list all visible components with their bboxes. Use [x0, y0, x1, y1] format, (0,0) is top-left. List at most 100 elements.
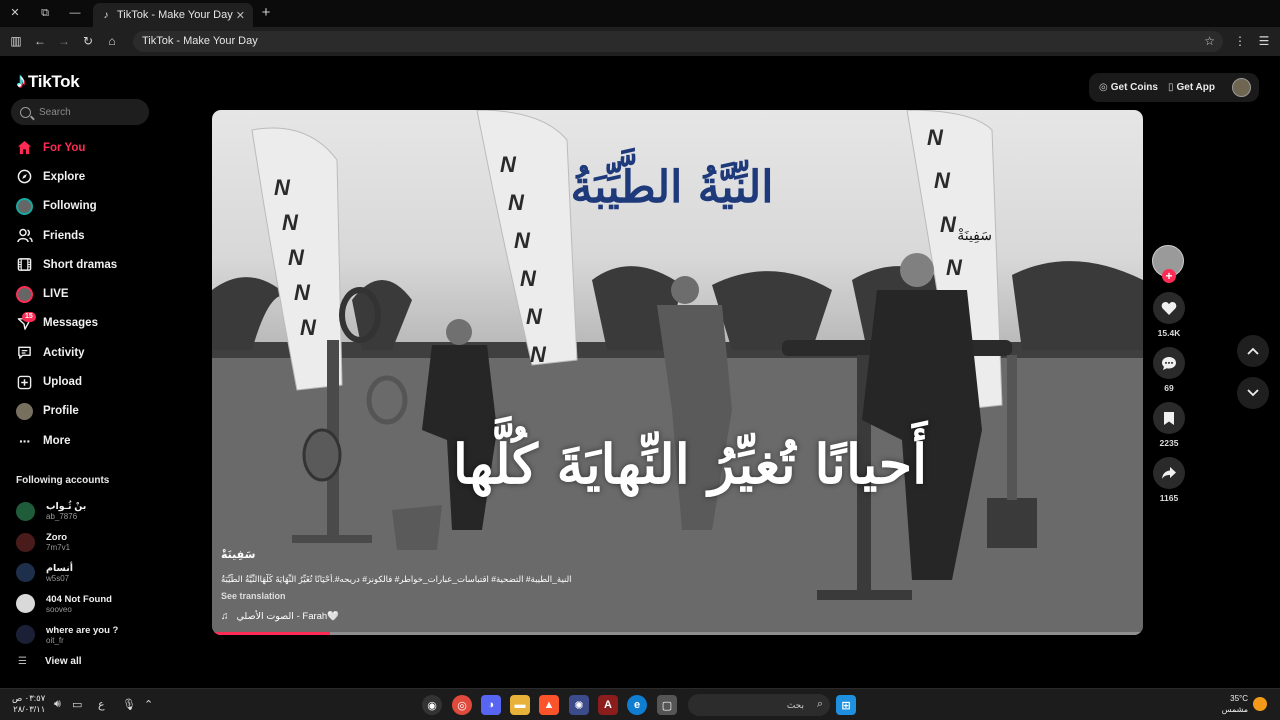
- weather-widget[interactable]: 35°C مشمس: [1218, 693, 1248, 715]
- sidebar-item-label: Upload: [43, 376, 82, 389]
- avatar[interactable]: [1232, 78, 1251, 97]
- speaker-icon[interactable]: 🔊︎: [54, 698, 61, 711]
- see-translation-link[interactable]: See translation: [221, 591, 286, 601]
- sidebar-toggle-icon[interactable]: ▥: [8, 33, 24, 49]
- edge-icon[interactable]: e: [627, 695, 647, 715]
- svg-text:N: N: [514, 228, 531, 253]
- sidebar-item-messages[interactable]: 15 Messages: [0, 309, 190, 338]
- network-icon[interactable]: ▭: [72, 698, 82, 711]
- messages-badge: 15: [22, 311, 36, 322]
- share-button[interactable]: 1165: [1152, 457, 1186, 503]
- svg-text:N: N: [300, 315, 317, 340]
- address-bar[interactable]: TikTok - Make Your Day ☆: [133, 31, 1223, 52]
- share-icon: [1153, 457, 1185, 489]
- music-link[interactable]: ♫ الصوت الأصلي - Farah🤍: [221, 611, 339, 622]
- account-handle: ab_7876: [46, 512, 78, 522]
- taskbar-time: ٠٣:٥٧ ص: [12, 693, 46, 703]
- discord-icon[interactable]: ◑: [481, 695, 501, 715]
- home-icon[interactable]: ⌂: [104, 33, 120, 49]
- bookmark-button[interactable]: 2235: [1152, 402, 1186, 448]
- extensions-icon[interactable]: ☰: [1256, 33, 1272, 49]
- list-item[interactable]: Zoro 7m7v1: [16, 527, 118, 558]
- bookmark-star-icon[interactable]: ☆: [1204, 31, 1215, 52]
- video-progress-bar[interactable]: [212, 632, 1143, 635]
- following-avatar-icon: [16, 197, 33, 215]
- forward-icon[interactable]: →: [56, 33, 72, 49]
- sidebar-item-upload[interactable]: Upload: [0, 367, 190, 396]
- bookmark-count: 2235: [1159, 438, 1179, 448]
- browser-tab[interactable]: ♪ TikTok - Make Your Day ✕: [93, 3, 253, 27]
- follow-plus-icon[interactable]: +: [1162, 269, 1176, 283]
- search-input[interactable]: [39, 106, 139, 118]
- chrome-icon[interactable]: ◎: [452, 695, 472, 715]
- share-count: 1165: [1159, 493, 1179, 503]
- upload-icon: [16, 374, 33, 391]
- heart-icon: [1153, 292, 1185, 324]
- friends-icon: [16, 227, 33, 244]
- new-tab-icon[interactable]: +: [258, 5, 274, 21]
- app-icon-1[interactable]: ◉: [422, 695, 442, 715]
- bookmark-icon: [1153, 402, 1185, 434]
- video-player[interactable]: NNNNN NNNNNN NNNN النِّيَّةُ الطَّيِّبَة…: [212, 110, 1143, 635]
- input-language[interactable]: ع: [98, 698, 105, 711]
- sidebar-nav: For You Explore Following Friends Short …: [0, 133, 190, 455]
- taskbar-search-placeholder: بحث: [786, 699, 804, 710]
- restore-window-icon[interactable]: ⧉: [37, 5, 53, 21]
- video-author[interactable]: سَفِينَةْ: [221, 548, 255, 561]
- overlay-title-text: النِّيَّةُ الطَّيِّبَةُ: [570, 162, 774, 213]
- get-app-button[interactable]: ▯ Get App: [1168, 82, 1215, 93]
- microphone-icon[interactable]: 🎙︎: [122, 698, 136, 711]
- get-coins-button[interactable]: ◎ Get Coins: [1099, 82, 1158, 93]
- windows-start-icon[interactable]: ⊞: [836, 695, 856, 715]
- list-item[interactable]: بنْ ثُـواب ab_7876: [16, 496, 118, 527]
- file-explorer-icon[interactable]: ▬: [510, 695, 530, 715]
- task-view-icon[interactable]: ▢: [657, 695, 677, 715]
- back-icon[interactable]: ←: [32, 33, 48, 49]
- like-button[interactable]: 15.4K: [1152, 292, 1186, 338]
- sidebar-item-explore[interactable]: Explore: [0, 162, 190, 191]
- minimize-window-icon[interactable]: —: [67, 5, 83, 21]
- menu-dots-icon[interactable]: ⋮: [1232, 33, 1248, 49]
- taskbar-search[interactable]: بحث ⌕: [688, 694, 830, 716]
- list-item[interactable]: أنسام w5s07: [16, 558, 118, 589]
- account-name: Zoro: [46, 532, 68, 544]
- search-box[interactable]: [11, 99, 149, 125]
- svg-text:N: N: [288, 245, 305, 270]
- list-item[interactable]: where are you ? oit_fr: [16, 619, 118, 650]
- sidebar-item-activity[interactable]: Activity: [0, 338, 190, 367]
- tiktok-favicon-icon: ♪: [103, 9, 109, 21]
- next-video-button[interactable]: [1237, 377, 1269, 409]
- svg-text:N: N: [294, 280, 311, 305]
- live-icon: [16, 285, 33, 303]
- sidebar-item-short-dramas[interactable]: Short dramas: [0, 250, 190, 279]
- sidebar-item-friends[interactable]: Friends: [0, 221, 190, 250]
- close-window-icon[interactable]: ✕: [7, 5, 23, 21]
- list-item[interactable]: 404 Not Found sooveo: [16, 588, 118, 619]
- weather-temp: 35°C: [1230, 694, 1248, 703]
- tiktok-logo[interactable]: ♪ TikTok: [16, 70, 80, 93]
- taskbar-clock[interactable]: ٠٣:٥٧ ص ٢٨/٠٣/١١: [12, 693, 45, 715]
- sidebar-item-for-you[interactable]: For You: [0, 133, 190, 162]
- comment-icon: [1153, 347, 1185, 379]
- adobe-icon[interactable]: A: [598, 695, 618, 715]
- account-handle: 7m7v1: [46, 543, 71, 553]
- avatar: [16, 532, 35, 552]
- view-all-button[interactable]: ☰ View all: [18, 656, 82, 667]
- tiktok-note-icon: ♪: [16, 70, 26, 92]
- following-accounts-list: بنْ ثُـواب ab_7876 Zoro 7m7v1 أنسام w5s07 4…: [16, 496, 118, 650]
- tab-close-icon[interactable]: ✕: [236, 9, 245, 22]
- brave-icon[interactable]: ▲: [539, 695, 559, 715]
- creator-avatar[interactable]: +: [1152, 245, 1184, 283]
- sidebar-item-label: Profile: [43, 405, 79, 418]
- settings-icon[interactable]: ✺: [569, 695, 589, 715]
- video-progress-fill: [212, 632, 331, 635]
- sidebar-item-live[interactable]: LIVE: [0, 279, 190, 308]
- sidebar-item-more[interactable]: ··· More: [0, 426, 190, 455]
- reload-icon[interactable]: ↻: [80, 33, 96, 49]
- sidebar-item-following[interactable]: Following: [0, 192, 190, 221]
- avatar: [16, 594, 35, 614]
- previous-video-button[interactable]: [1237, 335, 1269, 367]
- comment-button[interactable]: 69: [1152, 347, 1186, 393]
- chevron-up-icon[interactable]: ⌃: [144, 698, 153, 711]
- sidebar-item-profile[interactable]: Profile: [0, 397, 190, 426]
